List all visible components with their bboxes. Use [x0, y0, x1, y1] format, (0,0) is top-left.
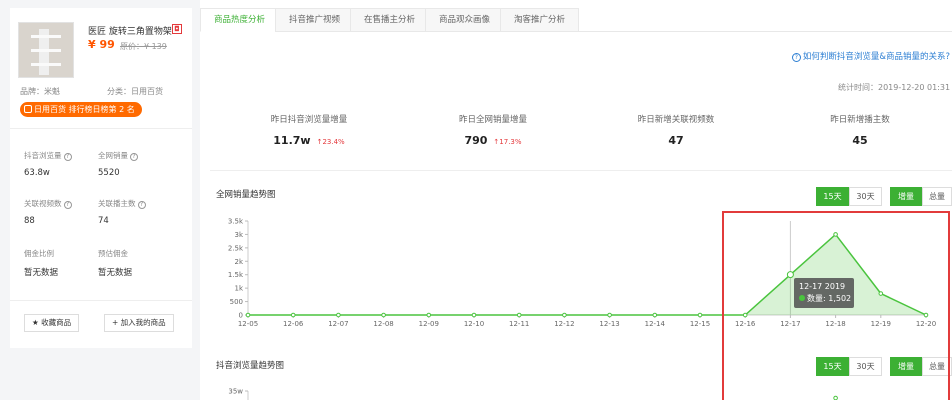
y-tick-label: 1.5k — [228, 271, 244, 279]
y-tick-label: 2.5k — [228, 244, 244, 252]
help-icon[interactable]: ? — [63, 153, 72, 161]
y-tick-label: 3.5k — [228, 218, 244, 226]
data-point — [426, 312, 432, 318]
y-tick-label: 2k — [234, 258, 243, 266]
data-point — [516, 312, 522, 318]
data-point — [336, 312, 341, 318]
stat-value-commission-rate: 暂无数据 — [24, 268, 59, 278]
help-icon[interactable]: ? — [130, 153, 138, 161]
stat-label-streamers: 关联播主数? — [98, 198, 146, 209]
data-point — [381, 312, 386, 318]
stat-label-commission-est: 预估佣金 — [98, 249, 128, 258]
data-point — [697, 312, 703, 318]
x-tick-label: 12-07 — [328, 320, 348, 328]
x-tick-label: 12-11 — [509, 320, 529, 328]
stat-value-streamers: 74 — [98, 216, 109, 226]
x-tick-label: 12-10 — [464, 320, 484, 328]
x-tick-label: 12-09 — [419, 320, 439, 328]
plus-icon: + — [112, 318, 121, 327]
chart2-y-tick-label: 35w — [228, 388, 243, 396]
y-tick-label: 1k — [234, 285, 243, 293]
product-category: 分类：日用百货 — [107, 87, 163, 96]
data-point — [471, 312, 477, 318]
add-product-button[interactable]: + 加入我的商品 — [104, 314, 174, 332]
data-point — [290, 312, 296, 318]
x-tick-label: 12-08 — [373, 320, 393, 328]
data-point — [245, 312, 251, 318]
x-tick-label: 12-13 — [599, 320, 619, 328]
y-tick-label: 500 — [230, 298, 243, 306]
product-original-price: 原价：¥ 139 — [120, 42, 167, 51]
product-panel: 医匠 旋转三角置物架 ◘ ¥ 99 原价：¥ 139 品牌：米魁 分类：日用百货… — [10, 8, 192, 348]
x-tick-label: 12-14 — [645, 320, 666, 328]
analysis-panel: 商品热度分析 抖音推广视频 在售播主分析 商品观众画像 淘客推广分析 ? 如何判断… — [200, 0, 952, 400]
stat-value-views: 63.8w — [24, 168, 50, 178]
star-icon: ★ — [32, 318, 42, 327]
x-tick-label: 12-12 — [554, 320, 574, 328]
product-brand: 品牌：米魁 — [20, 87, 60, 96]
favorite-button[interactable]: ★ 收藏商品 — [24, 314, 80, 332]
help-icon[interactable]: ? — [63, 201, 72, 209]
stat-label-videos: 关联视频数? — [24, 198, 72, 209]
stat-label-commission-rate: 佣金比例 — [24, 249, 54, 258]
stat-label-views: 抖音浏览量? — [24, 150, 72, 161]
product-thumbnail[interactable] — [18, 22, 74, 78]
tmall-store-icon: ◘ — [172, 24, 182, 34]
stat-value-commission-est: 暂无数据 — [98, 268, 133, 278]
help-icon[interactable]: ? — [137, 201, 146, 209]
product-price: ¥ 99 — [88, 38, 115, 51]
product-name[interactable]: 医匠 旋转三角置物架 — [88, 24, 172, 37]
data-point — [652, 312, 658, 318]
data-point — [607, 312, 612, 318]
rank-icon — [24, 105, 32, 113]
stat-value-videos: 88 — [24, 216, 35, 226]
highlight-box — [722, 211, 950, 400]
x-tick-label: 12-15 — [690, 320, 710, 328]
stat-value-sales: 5520 — [98, 168, 120, 178]
rank-badge[interactable]: 日用百货 排行榜日榜第 2 名 — [20, 102, 142, 117]
rank-badge-label: 日用百货 排行榜日榜第 2 名 — [34, 105, 135, 114]
x-tick-label: 12-05 — [238, 320, 258, 328]
y-tick-label: 3k — [234, 231, 243, 239]
x-tick-label: 12-06 — [283, 320, 304, 328]
data-point — [562, 312, 567, 318]
stat-label-sales: 全网销量? — [98, 150, 138, 161]
y-tick-label: 0 — [239, 312, 243, 320]
